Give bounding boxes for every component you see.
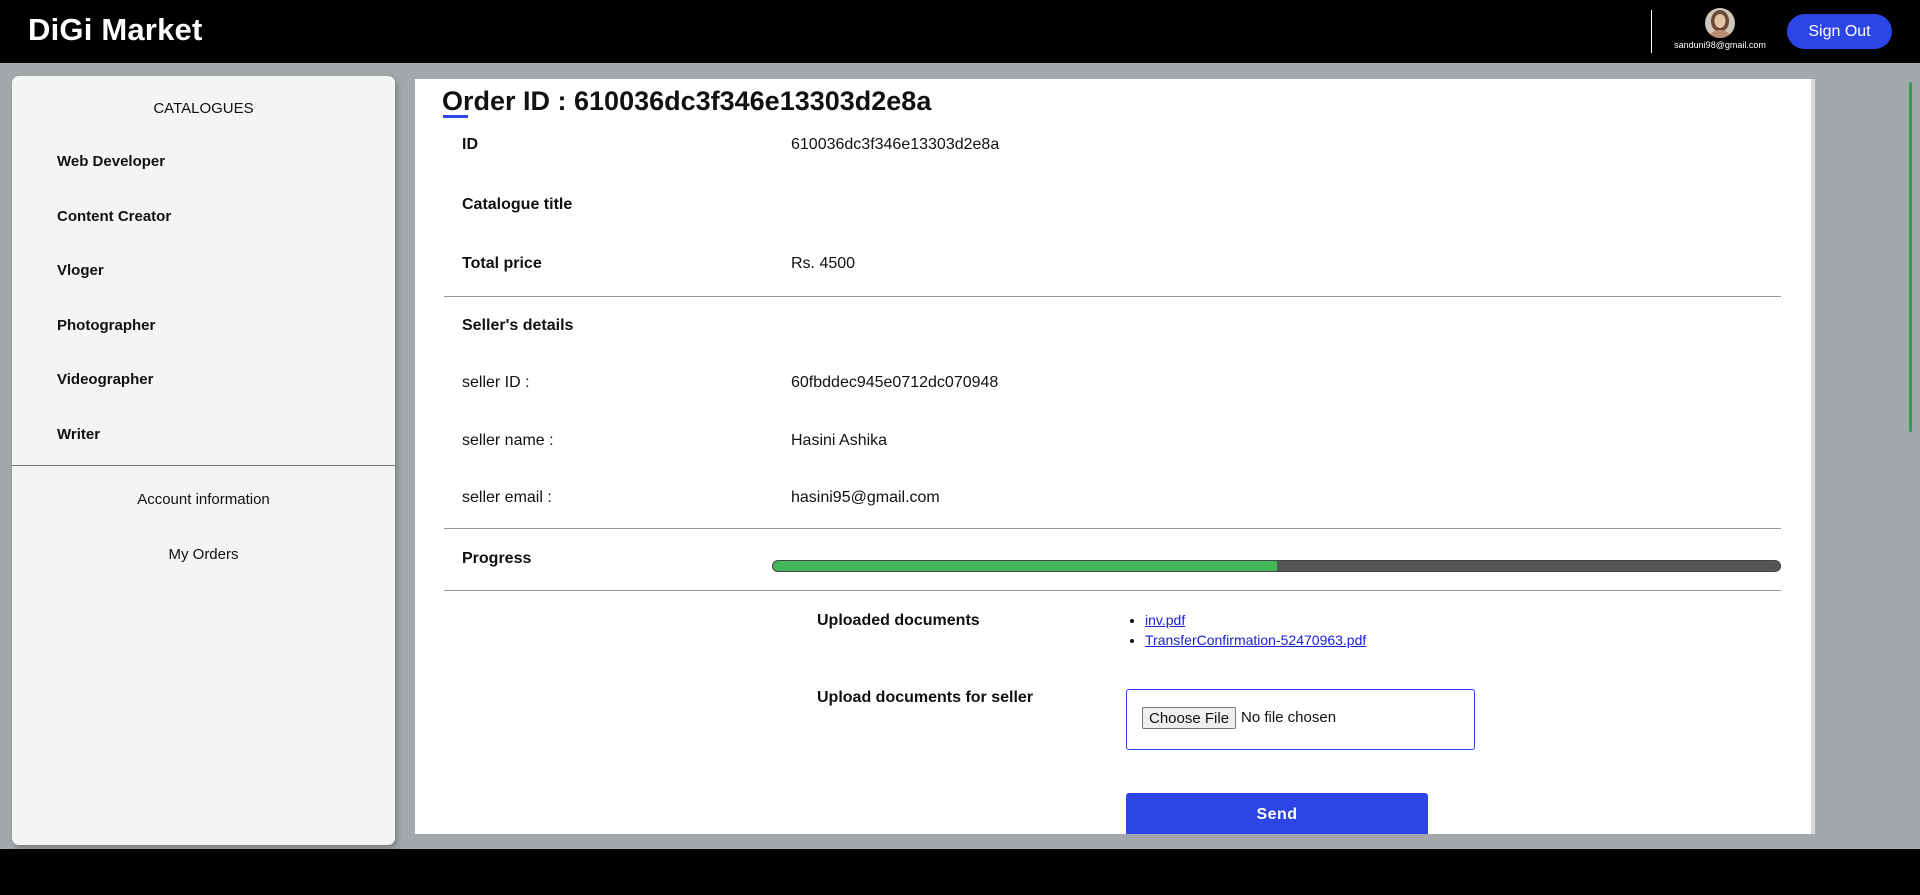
seller-name-label: seller name : — [462, 432, 554, 449]
section-divider — [444, 296, 1781, 297]
seller-email-label: seller email : — [462, 489, 552, 506]
seller-email-value: hasini95@gmail.com — [791, 489, 940, 506]
id-label: ID — [462, 136, 478, 153]
page-scrollbar[interactable] — [1909, 82, 1912, 432]
header-divider — [1651, 10, 1652, 53]
sidebar-item-account-information[interactable]: Account information — [12, 491, 395, 508]
uploaded-documents-list: inv.pdf TransferConfirmation-52470963.pd… — [1145, 612, 1366, 652]
total-price-label: Total price — [462, 255, 542, 272]
sidebar-item-content-creator[interactable]: Content Creator — [57, 208, 171, 225]
catalogues-heading: CATALOGUES — [153, 100, 254, 117]
sidebar-item-my-orders[interactable]: My Orders — [12, 546, 395, 563]
sign-out-button[interactable]: Sign Out — [1787, 14, 1892, 49]
section-divider — [444, 528, 1781, 529]
choose-file-button[interactable]: Choose File — [1142, 707, 1237, 729]
section-divider — [444, 590, 1781, 591]
sidebar-item-writer[interactable]: Writer — [57, 426, 100, 443]
uploaded-documents-label: Uploaded documents — [817, 612, 980, 629]
progress-label: Progress — [462, 550, 532, 567]
sidebar: CATALOGUES Web Developer Content Creator… — [12, 76, 395, 845]
order-details-panel: Order ID : 610036dc3f346e13303d2e8a ID 6… — [415, 79, 1815, 834]
avatar[interactable] — [1705, 8, 1735, 38]
progress-bar — [772, 560, 1781, 572]
sidebar-item-web-developer[interactable]: Web Developer — [57, 153, 165, 170]
seller-id-label: seller ID : — [462, 374, 530, 391]
list-item: TransferConfirmation-52470963.pdf — [1145, 632, 1366, 648]
sidebar-item-photographer[interactable]: Photographer — [57, 317, 155, 334]
sidebar-divider — [12, 465, 395, 466]
user-email: sanduni98@gmail.com — [1674, 40, 1766, 50]
sellers-details-heading: Seller's details — [462, 317, 574, 334]
seller-name-value: Hasini Ashika — [791, 432, 888, 449]
file-upload-field[interactable]: Choose File No file chosen — [1126, 689, 1475, 750]
document-link[interactable]: inv.pdf — [1145, 612, 1185, 628]
id-value: 610036dc3f346e13303d2e8a — [791, 136, 1000, 153]
title-underline — [443, 115, 468, 118]
total-price-value: Rs. 4500 — [791, 255, 856, 272]
send-button[interactable]: Send — [1126, 793, 1428, 834]
sidebar-item-vloger[interactable]: Vloger — [57, 262, 104, 279]
document-link[interactable]: TransferConfirmation-52470963.pdf — [1145, 632, 1366, 648]
list-item: inv.pdf — [1145, 612, 1366, 628]
progress-fill — [773, 561, 1277, 571]
upload-documents-label: Upload documents for seller — [817, 689, 1034, 706]
page-title: Order ID : 610036dc3f346e13303d2e8a — [442, 86, 932, 116]
footer-bar — [0, 849, 1920, 895]
seller-id-value: 60fbddec945e0712dc070948 — [791, 374, 999, 391]
catalogue-title-label: Catalogue title — [462, 196, 573, 213]
sidebar-item-videographer[interactable]: Videographer — [57, 371, 153, 388]
no-file-chosen-text: No file chosen — [1241, 709, 1337, 726]
top-navbar: DiGi Market sanduni98@gmail.com Sign Out — [0, 0, 1920, 63]
brand-logo[interactable]: DiGi Market — [28, 12, 202, 48]
user-profile[interactable]: sanduni98@gmail.com — [1674, 8, 1766, 50]
